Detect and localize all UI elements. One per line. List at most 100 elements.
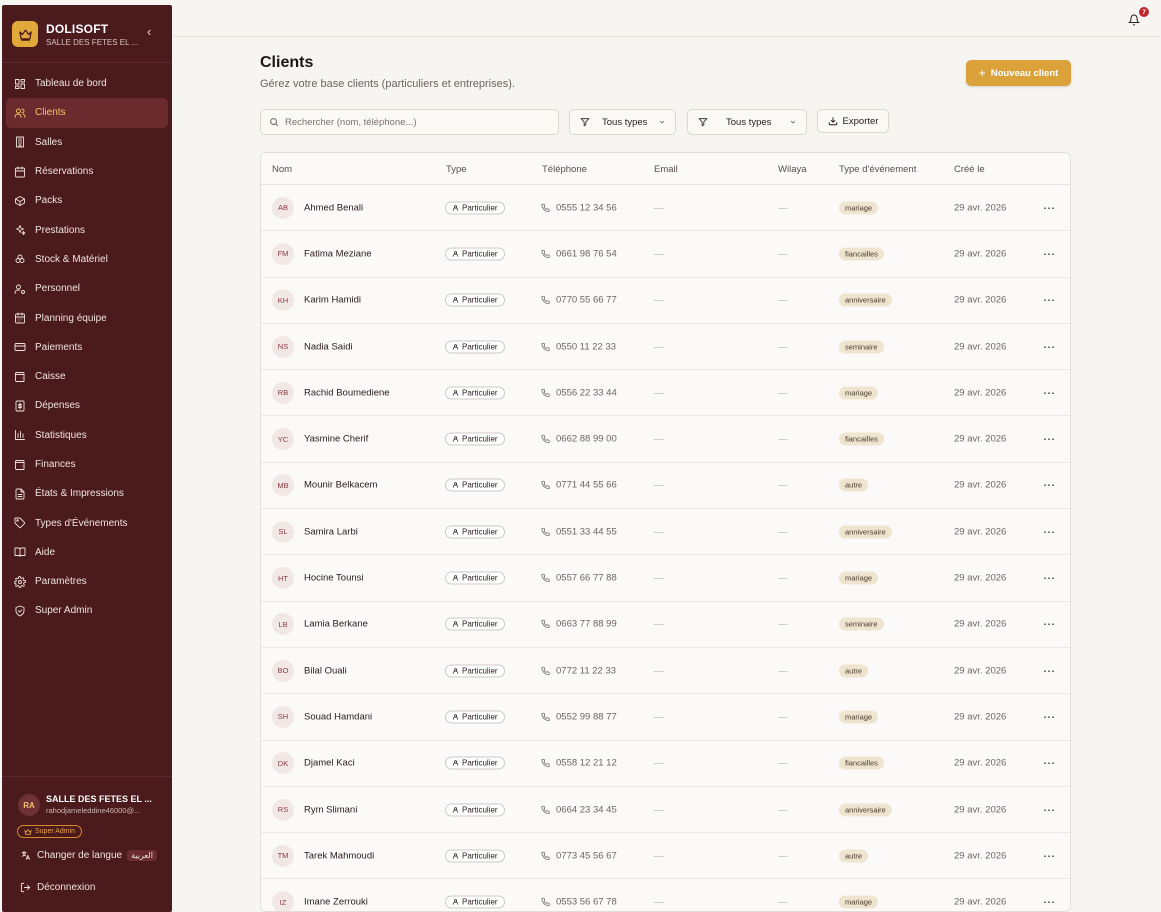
sidebar-item-tableau-de-bord[interactable]: Tableau de bord bbox=[6, 69, 168, 98]
sidebar-item-aide[interactable]: Aide bbox=[6, 538, 168, 567]
more-actions-icon[interactable]: ⋯ bbox=[1043, 803, 1056, 817]
col-wilaya[interactable]: Wilaya bbox=[778, 164, 807, 175]
client-name[interactable]: Hocine Tounsi bbox=[304, 573, 364, 584]
avatar: RA bbox=[18, 794, 40, 816]
collapse-sidebar-icon[interactable]: ‹ bbox=[147, 24, 151, 39]
more-actions-icon[interactable]: ⋯ bbox=[1043, 247, 1056, 261]
table-row[interactable]: AB Ahmed Benali Particulier 0555 12 34 56 — —… bbox=[261, 185, 1070, 232]
client-phone-value: 0770 55 66 77 bbox=[556, 294, 617, 306]
language-switch[interactable]: Changer de langue العربية bbox=[20, 850, 157, 861]
table-row[interactable]: HT Hocine Tounsi Particulier 0557 66 77 88 —… bbox=[261, 555, 1070, 602]
user-icon bbox=[452, 853, 459, 859]
more-actions-icon[interactable]: ⋯ bbox=[1043, 849, 1056, 863]
client-name[interactable]: Lamia Berkane bbox=[304, 619, 368, 630]
client-type-badge: Particulier bbox=[445, 571, 505, 585]
sidebar-item-label: Prestations bbox=[35, 224, 86, 236]
more-actions-icon[interactable]: ⋯ bbox=[1043, 664, 1056, 678]
client-name[interactable]: Nadia Saidi bbox=[304, 341, 353, 352]
sidebar-item-parametres[interactable]: Paramètres bbox=[6, 567, 168, 596]
sidebar-item-reservations[interactable]: Réservations bbox=[6, 157, 168, 186]
more-actions-icon[interactable]: ⋯ bbox=[1043, 201, 1056, 215]
col-email[interactable]: Email bbox=[654, 164, 678, 175]
type-filter-select[interactable]: Tous types bbox=[569, 109, 676, 135]
phone-icon bbox=[541, 666, 550, 675]
more-actions-icon[interactable]: ⋯ bbox=[1043, 340, 1056, 354]
col-event-type[interactable]: Type d'événement bbox=[839, 164, 916, 175]
sidebar-item-super-admin[interactable]: Super Admin bbox=[6, 596, 168, 625]
more-actions-icon[interactable]: ⋯ bbox=[1043, 525, 1056, 539]
phone-icon bbox=[541, 573, 550, 583]
client-name[interactable]: Rachid Boumediene bbox=[304, 387, 390, 398]
table-row[interactable]: SL Samira Larbi Particulier 0551 33 44 55 — —… bbox=[261, 509, 1070, 556]
client-name[interactable]: Mounir Belkacem bbox=[304, 480, 377, 491]
more-actions-icon[interactable]: ⋯ bbox=[1043, 571, 1056, 585]
more-actions-icon[interactable]: ⋯ bbox=[1043, 386, 1056, 400]
client-name[interactable]: Samira Larbi bbox=[304, 526, 358, 537]
more-actions-icon[interactable]: ⋯ bbox=[1043, 710, 1056, 724]
event-filter-select[interactable]: Tous types bbox=[687, 109, 807, 135]
search-input[interactable] bbox=[285, 116, 535, 128]
client-name[interactable]: Ahmed Benali bbox=[304, 202, 363, 213]
sidebar-item-etats-impressions[interactable]: États & Impressions bbox=[6, 479, 168, 508]
client-name[interactable]: Imane Zerrouki bbox=[304, 897, 368, 908]
table-row[interactable]: SH Souad Hamdani Particulier 0552 99 88 77 —… bbox=[261, 694, 1070, 741]
table-row[interactable]: NS Nadia Saidi Particulier 0550 11 22 33 — — s… bbox=[261, 324, 1070, 371]
client-name[interactable]: Tarek Mahmoudi bbox=[304, 850, 374, 861]
col-created[interactable]: Créé le bbox=[954, 164, 985, 175]
sidebar-item-paiements[interactable]: Paiements bbox=[6, 333, 168, 362]
boxes-icon bbox=[14, 253, 26, 265]
sidebar-item-salles[interactable]: Salles bbox=[6, 128, 168, 157]
sidebar-item-depenses[interactable]: Dépenses bbox=[6, 391, 168, 420]
client-name[interactable]: Djamel Kaci bbox=[304, 758, 355, 769]
client-type-label: Particulier bbox=[462, 712, 498, 722]
client-avatar: FM bbox=[272, 242, 294, 265]
sidebar-item-prestations[interactable]: Prestations bbox=[6, 215, 168, 244]
table-row[interactable]: RS Rym Slimani Particulier 0664 23 34 45 — — a… bbox=[261, 787, 1070, 834]
sidebar-item-planning-equipe[interactable]: Planning équipe bbox=[6, 303, 168, 332]
table-row[interactable]: RB Rachid Boumediene Particulier 0556 22 33… bbox=[261, 370, 1070, 417]
table-row[interactable]: KH Karim Hamidi Particulier 0770 55 66 77 — —… bbox=[261, 278, 1070, 324]
client-name[interactable]: Bilal Ouali bbox=[304, 665, 347, 676]
table-row[interactable]: FM Fatima Meziane Particulier 0661 98 76 54… bbox=[261, 231, 1070, 278]
table-row[interactable]: LB Lamia Berkane Particulier 0663 77 88 99 —… bbox=[261, 602, 1070, 648]
client-phone: 0771 44 55 66 bbox=[541, 480, 617, 491]
more-actions-icon[interactable]: ⋯ bbox=[1043, 756, 1056, 770]
logout-button[interactable]: Déconnexion bbox=[20, 882, 95, 893]
client-avatar: TM bbox=[272, 844, 294, 867]
table-row[interactable]: TM Tarek Mahmoudi Particulier 0773 45 56 67… bbox=[261, 833, 1070, 880]
client-wilaya: — bbox=[778, 248, 788, 260]
language-tag: العربية bbox=[127, 850, 157, 861]
client-name[interactable]: Yasmine Cherif bbox=[304, 434, 368, 445]
sidebar-item-finances[interactable]: Finances bbox=[6, 450, 168, 479]
new-client-button[interactable]: + Nouveau client bbox=[966, 60, 1071, 86]
phone-icon bbox=[541, 388, 550, 397]
user-icon bbox=[452, 667, 459, 674]
col-phone[interactable]: Téléphone bbox=[542, 164, 587, 175]
client-name[interactable]: Fatima Meziane bbox=[304, 248, 372, 259]
col-type[interactable]: Type bbox=[446, 164, 467, 175]
more-actions-icon[interactable]: ⋯ bbox=[1043, 617, 1056, 631]
sidebar-item-caisse[interactable]: Caisse bbox=[6, 362, 168, 391]
col-name[interactable]: Nom bbox=[272, 164, 292, 175]
more-actions-icon[interactable]: ⋯ bbox=[1043, 895, 1056, 909]
table-row[interactable]: BO Bilal Ouali Particulier 0772 11 22 33 — — a… bbox=[261, 648, 1070, 695]
sidebar-item-statistiques[interactable]: Statistiques bbox=[6, 421, 168, 450]
sidebar-item-personnel[interactable]: Personnel bbox=[6, 274, 168, 303]
table-row[interactable]: YC Yasmine Cherif Particulier 0662 88 99 00… bbox=[261, 417, 1070, 463]
sidebar-item-stock-materiel[interactable]: Stock & Matériel bbox=[6, 245, 168, 274]
export-button[interactable]: Exporter bbox=[817, 109, 889, 133]
client-name[interactable]: Karim Hamidi bbox=[304, 295, 361, 306]
sidebar-item-clients[interactable]: Clients bbox=[6, 98, 168, 128]
more-actions-icon[interactable]: ⋯ bbox=[1043, 293, 1056, 307]
table-row[interactable]: IZ Imane Zerrouki Particulier 0553 56 67 78… bbox=[261, 880, 1070, 911]
more-actions-icon[interactable]: ⋯ bbox=[1043, 478, 1056, 492]
client-name[interactable]: Souad Hamdani bbox=[304, 711, 372, 722]
table-row[interactable]: MB Mounir Belkacem Particulier 0771 44 55 6… bbox=[261, 463, 1070, 510]
sidebar-item-types-d-evenements[interactable]: Types d'Événements bbox=[6, 508, 168, 537]
brand[interactable]: DOLISOFT SALLE DES FETES EL ... bbox=[12, 17, 164, 51]
client-name[interactable]: Rym Slimani bbox=[304, 804, 357, 815]
more-actions-icon[interactable]: ⋯ bbox=[1043, 432, 1056, 446]
phone-icon bbox=[541, 435, 550, 444]
table-row[interactable]: DK Djamel Kaci Particulier 0558 12 21 12 — — f… bbox=[261, 741, 1070, 787]
sidebar-item-packs[interactable]: Packs bbox=[6, 186, 168, 215]
